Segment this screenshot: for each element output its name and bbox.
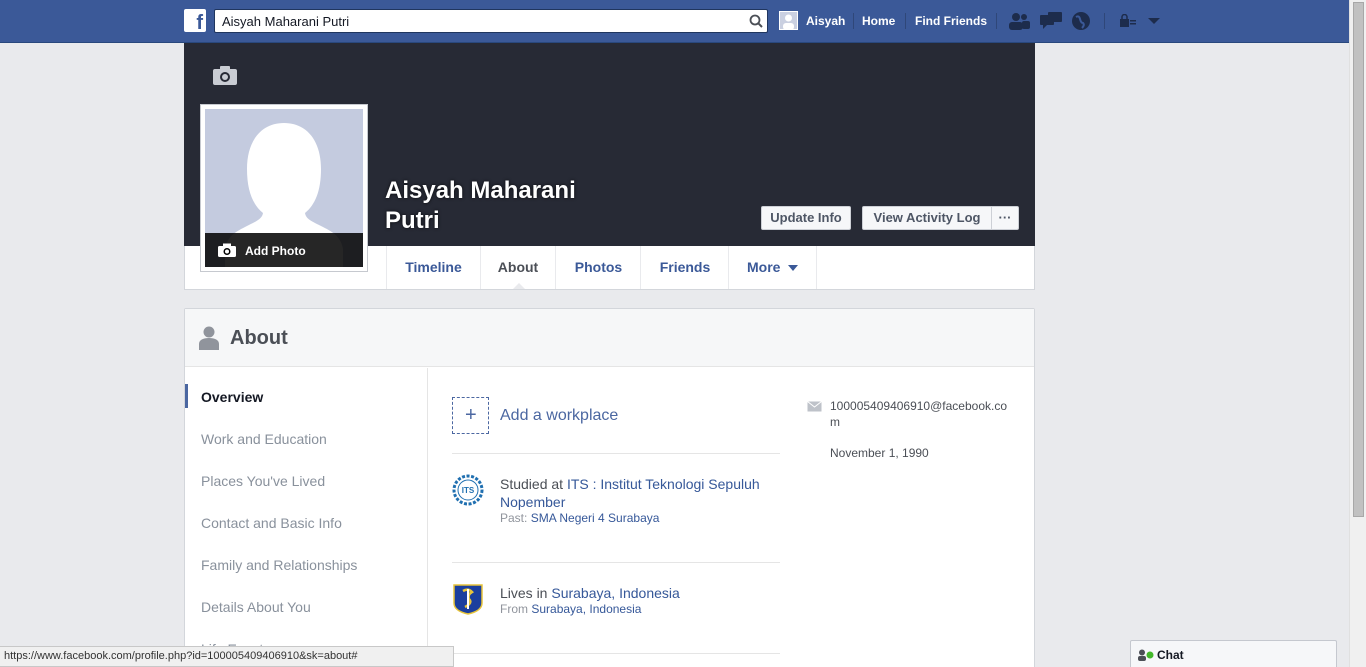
notifications-globe-icon[interactable] <box>1071 11 1091 31</box>
chevron-down-icon <box>788 265 799 272</box>
scrollbar-thumb[interactable] <box>1353 2 1364 517</box>
past-prefix: Past: <box>500 511 531 525</box>
facebook-logo-icon[interactable]: f <box>184 9 206 33</box>
tab-more-label: More <box>747 259 781 275</box>
about-side-nav: Overview Work and Education Places You'v… <box>185 368 428 667</box>
email-address[interactable]: 100005409406910@facebook.com <box>830 398 1010 430</box>
search-icon <box>749 14 763 28</box>
tab-more[interactable]: More <box>728 246 817 289</box>
nav-contact-basic-info[interactable]: Contact and Basic Info <box>201 515 342 531</box>
add-photo-button[interactable]: Add Photo <box>205 233 363 267</box>
add-workplace-link[interactable]: Add a workplace <box>500 407 618 425</box>
find-friends-link[interactable]: Find Friends <box>915 14 987 28</box>
avatar-silhouette-icon <box>783 14 794 29</box>
friend-requests-icon[interactable] <box>1007 11 1031 31</box>
tab-timeline[interactable]: Timeline <box>386 246 480 289</box>
active-tab-indicator <box>513 283 525 289</box>
lives-prefix: Lives in <box>500 585 552 601</box>
user-avatar[interactable] <box>779 11 798 30</box>
tab-friends[interactable]: Friends <box>640 246 729 289</box>
about-header: About <box>185 309 1034 367</box>
envelope-icon <box>807 401 822 412</box>
add-workplace-plus-icon[interactable]: + <box>452 397 489 434</box>
nav-divider <box>1104 13 1105 29</box>
from-prefix: From <box>500 602 532 616</box>
lives-in-entry: Lives in Surabaya, Indonesia <box>500 584 780 602</box>
privacy-shortcuts-icon[interactable] <box>1119 14 1137 28</box>
messages-icon[interactable] <box>1039 11 1063 31</box>
section-divider <box>452 453 780 454</box>
nav-divider <box>905 13 906 29</box>
person-icon <box>199 326 219 350</box>
tab-photos[interactable]: Photos <box>555 246 641 289</box>
top-navigation-bar: f Aisyah Maharani Putri Aisyah Home Find… <box>0 0 1366 43</box>
profile-name[interactable]: Aisyah Maharani Putri <box>385 176 605 236</box>
search-button[interactable] <box>745 10 767 32</box>
profile-picture-placeholder: Add Photo <box>205 109 363 267</box>
past-education: Past: SMA Negeri 4 Surabaya <box>500 511 659 525</box>
current-city-link[interactable]: Surabaya, Indonesia <box>551 585 679 601</box>
camera-icon <box>218 243 236 257</box>
nav-divider <box>853 13 854 29</box>
svg-text:ITS: ITS <box>462 486 475 495</box>
school-logo-icon[interactable]: ITS <box>452 474 484 506</box>
nav-family-relationships[interactable]: Family and Relationships <box>201 557 357 573</box>
past-school-link[interactable]: SMA Negeri 4 Surabaya <box>531 511 660 525</box>
change-cover-camera-icon[interactable] <box>212 64 238 86</box>
city-emblem-icon[interactable] <box>452 583 484 615</box>
status-bar-url: https://www.facebook.com/profile.php?id=… <box>0 646 454 667</box>
about-title: About <box>230 327 288 349</box>
search-input[interactable]: Aisyah Maharani Putri <box>214 9 768 33</box>
section-divider <box>452 653 780 654</box>
chat-tab[interactable]: Chat <box>1130 640 1337 667</box>
nav-overview[interactable]: Overview <box>201 389 263 405</box>
nav-details-about-you[interactable]: Details About You <box>201 599 311 615</box>
more-options-button[interactable]: ··· <box>991 206 1019 230</box>
page-scrollbar[interactable] <box>1349 0 1366 667</box>
profile-link[interactable]: Aisyah <box>806 14 845 28</box>
education-entry: Studied at ITS : Institut Teknologi Sepu… <box>500 475 780 511</box>
active-nav-indicator <box>185 384 188 408</box>
about-section: About Overview Work and Education Places… <box>184 308 1035 667</box>
add-photo-label: Add Photo <box>245 244 306 258</box>
nav-work-education[interactable]: Work and Education <box>201 431 327 447</box>
hometown-link[interactable]: Surabaya, Indonesia <box>531 602 641 616</box>
update-info-button[interactable]: Update Info <box>761 206 851 230</box>
search-input-value: Aisyah Maharani Putri <box>222 14 350 29</box>
chat-status-icon <box>1138 649 1154 661</box>
education-prefix: Studied at <box>500 476 567 492</box>
section-divider <box>452 562 780 563</box>
home-link[interactable]: Home <box>862 14 895 28</box>
view-activity-log-button[interactable]: View Activity Log <box>862 206 992 230</box>
birthday: November 1, 1990 <box>830 446 929 460</box>
chat-label: Chat <box>1157 648 1184 662</box>
hometown-entry: From Surabaya, Indonesia <box>500 602 641 616</box>
nav-places-lived[interactable]: Places You've Lived <box>201 473 325 489</box>
account-menu-chevron-down-icon[interactable] <box>1148 17 1160 25</box>
nav-divider <box>996 13 997 29</box>
profile-picture[interactable]: Add Photo <box>200 104 368 272</box>
